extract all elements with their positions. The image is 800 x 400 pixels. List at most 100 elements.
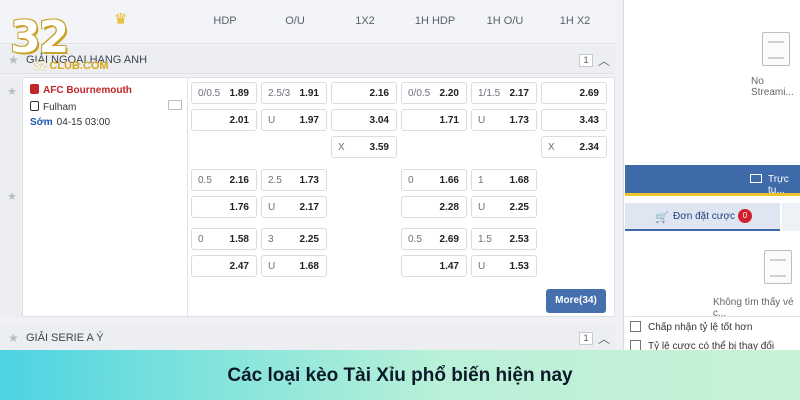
crown-icon: ♛ bbox=[114, 11, 128, 28]
favorite-column: ★ ★ bbox=[0, 77, 22, 317]
odds-cell[interactable]: 1.71 bbox=[401, 109, 467, 131]
logo-number: 32 bbox=[10, 12, 69, 63]
caption-text: Các loại kèo Tài Xỉu phổ biến hiện nay bbox=[227, 365, 573, 386]
odds-cell[interactable]: U 1.97 bbox=[261, 109, 327, 131]
odds-cell[interactable]: 3.04 bbox=[331, 109, 397, 131]
odds-value: 1.58 bbox=[229, 234, 249, 245]
site-logo: 32 ♛ 32 CLUB.COM bbox=[6, 8, 166, 80]
odds-value: 3.59 bbox=[369, 142, 389, 153]
odds-value: 2.01 bbox=[229, 115, 249, 126]
odds-cell[interactable]: U 1.53 bbox=[471, 255, 537, 277]
odds-cell[interactable]: 0 1.58 bbox=[191, 228, 257, 250]
checkbox[interactable] bbox=[630, 321, 641, 332]
odds-cell[interactable]: 0 1.66 bbox=[401, 169, 467, 191]
odds-line: X bbox=[338, 142, 345, 153]
odds-value: 2.69 bbox=[579, 88, 599, 99]
odds-cell[interactable]: 1/1.5 2.17 bbox=[471, 82, 537, 104]
odds-cell[interactable]: 2.28 bbox=[401, 196, 467, 218]
odds-cell[interactable]: 2.01 bbox=[191, 109, 257, 131]
odds-value: 1.89 bbox=[229, 88, 249, 99]
match-teams: AFC Bournemouth Fulham Sớm 04-15 03:00 bbox=[22, 77, 188, 317]
odds-cell[interactable]: 0.5 2.69 bbox=[401, 228, 467, 250]
live-stream-button[interactable]: Trực tu... bbox=[625, 165, 800, 196]
odds-cell[interactable]: 2.5/3 1.91 bbox=[261, 82, 327, 104]
logo-domain: 32 CLUB.COM bbox=[34, 60, 109, 72]
odds-cell[interactable]: U 1.68 bbox=[261, 255, 327, 277]
league-count: 1 bbox=[579, 54, 593, 67]
club-crest-icon bbox=[30, 101, 39, 111]
odds-line: U bbox=[268, 202, 276, 213]
odds-value: 2.25 bbox=[509, 202, 529, 213]
odds-line: 0 bbox=[408, 175, 414, 186]
accept-better-odds[interactable]: Chấp nhận tỷ lệ tốt hơn bbox=[630, 321, 752, 333]
star-icon[interactable]: ★ bbox=[8, 331, 19, 345]
odds-cell[interactable]: 1 1.68 bbox=[471, 169, 537, 191]
odds-value: 1.91 bbox=[299, 88, 319, 99]
odds-line: U bbox=[478, 115, 486, 126]
odds-value: 2.28 bbox=[439, 202, 459, 213]
star-icon[interactable]: ★ bbox=[7, 85, 17, 98]
odds-cell[interactable]: 1.47 bbox=[401, 255, 467, 277]
club-crest-icon bbox=[30, 84, 39, 94]
odds-line: 0/0.5 bbox=[198, 88, 221, 99]
odds-line: U bbox=[478, 202, 486, 213]
odds-cell[interactable]: U 2.17 bbox=[261, 196, 327, 218]
bet-slip-tab[interactable]: 🛒 Đơn đặt cược 0 bbox=[625, 203, 780, 231]
odds-cell[interactable]: U 2.25 bbox=[471, 196, 537, 218]
col-1h-ou: 1H O/U bbox=[486, 15, 524, 27]
odds-line: 0/0.5 bbox=[408, 88, 431, 99]
bet-count-badge: 0 bbox=[738, 209, 752, 223]
odds-cell[interactable]: X 3.59 bbox=[331, 136, 397, 158]
odds-value: 1.97 bbox=[299, 115, 319, 126]
odds-value: 1.68 bbox=[509, 175, 529, 186]
odds-cell[interactable]: 1.76 bbox=[191, 196, 257, 218]
chevron-up-icon[interactable]: ︿ bbox=[598, 52, 610, 69]
odds-cell[interactable]: 0/0.5 2.20 bbox=[401, 82, 467, 104]
odds-cell[interactable]: 2.5 1.73 bbox=[261, 169, 327, 191]
tv-icon[interactable] bbox=[168, 100, 182, 110]
odds-value: 2.16 bbox=[369, 88, 389, 99]
home-team[interactable]: AFC Bournemouth bbox=[30, 84, 132, 96]
league-name: GIẢI SERIE A Ý bbox=[26, 332, 104, 344]
odds-cell[interactable]: X 2.34 bbox=[541, 136, 607, 158]
tv-icon bbox=[750, 174, 762, 183]
odds-value: 2.25 bbox=[299, 234, 319, 245]
odds-value: 1.71 bbox=[439, 115, 459, 126]
odds-value: 1.73 bbox=[509, 115, 529, 126]
odds-value: 1.53 bbox=[509, 261, 529, 272]
no-stream-text: No Streami... bbox=[751, 76, 794, 98]
odds-value: 2.17 bbox=[299, 202, 319, 213]
odds-cell[interactable]: 2.69 bbox=[541, 82, 607, 104]
odds-cell[interactable]: 2.16 bbox=[331, 82, 397, 104]
more-markets-button[interactable]: More(34) bbox=[546, 289, 606, 313]
right-panel: No Streami... Trực tu... 🛒 Đơn đặt cược … bbox=[623, 0, 800, 352]
empty-slip-icon bbox=[764, 250, 792, 284]
odds-cell[interactable]: 2.47 bbox=[191, 255, 257, 277]
away-team[interactable]: Fulham bbox=[30, 101, 76, 113]
col-1h-x2: 1H X2 bbox=[559, 15, 591, 27]
odds-line: 2.5 bbox=[268, 175, 282, 186]
divider bbox=[625, 316, 800, 317]
odds-line: 0.5 bbox=[198, 175, 212, 186]
odds-value: 1.73 bbox=[299, 175, 319, 186]
cart-icon: 🛒 bbox=[655, 212, 669, 224]
divider bbox=[625, 193, 800, 196]
secondary-tab[interactable] bbox=[782, 203, 800, 231]
odds-cell[interactable]: 3.43 bbox=[541, 109, 607, 131]
odds-cell[interactable]: U 1.73 bbox=[471, 109, 537, 131]
star-icon[interactable]: ★ bbox=[7, 190, 17, 203]
odds-value: 1.76 bbox=[229, 202, 249, 213]
match-time: Sớm 04-15 03:00 bbox=[30, 117, 111, 128]
odds-value: 2.53 bbox=[509, 234, 529, 245]
odds-value: 1.47 bbox=[439, 261, 459, 272]
odds-value: 2.16 bbox=[229, 175, 249, 186]
odds-line: 1.5 bbox=[478, 234, 492, 245]
odds-cell[interactable]: 0/0.5 1.89 bbox=[191, 82, 257, 104]
chevron-up-icon[interactable]: ︿ bbox=[598, 330, 610, 347]
odds-line: U bbox=[268, 115, 276, 126]
odds-cell[interactable]: 1.5 2.53 bbox=[471, 228, 537, 250]
odds-value: 2.17 bbox=[509, 88, 529, 99]
odds-cell[interactable]: 3 2.25 bbox=[261, 228, 327, 250]
odds-cell[interactable]: 0.5 2.16 bbox=[191, 169, 257, 191]
league-bar-serie-a[interactable]: ★ GIẢI SERIE A Ý 1 ︿ bbox=[0, 324, 615, 352]
